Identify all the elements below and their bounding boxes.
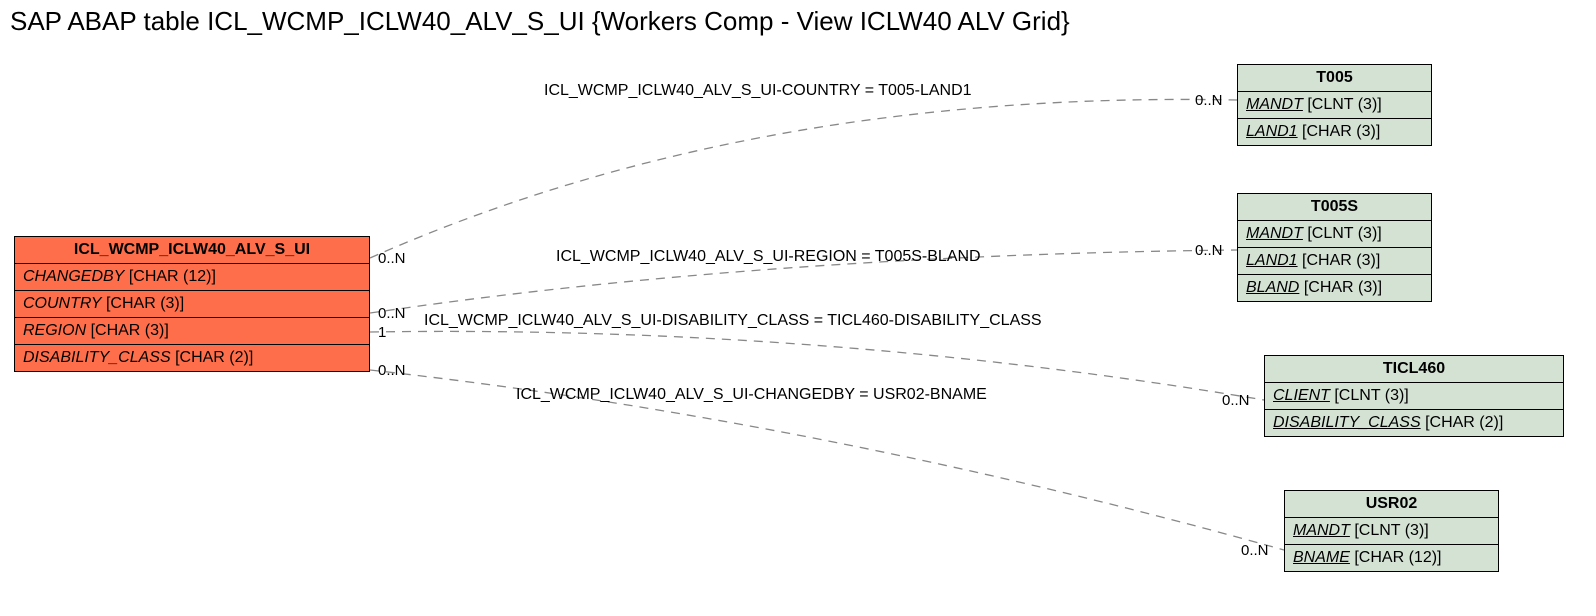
field-type: [CHAR (3)] (1302, 123, 1380, 140)
entity-ticl460: TICL460 CLIENT [CLNT (3)] DISABILITY_CLA… (1264, 355, 1564, 437)
entity-main-field: CHANGEDBY [CHAR (12)] (15, 264, 369, 291)
entity-t005: T005 MANDT [CLNT (3)] LAND1 [CHAR (3)] (1237, 64, 1432, 146)
field-name: LAND1 (1246, 252, 1298, 269)
entity-ticl460-field: CLIENT [CLNT (3)] (1265, 383, 1563, 410)
field-name: MANDT (1246, 225, 1303, 242)
field-type: [CHAR (3)] (1304, 279, 1382, 296)
entity-ticl460-header: TICL460 (1265, 356, 1563, 383)
entity-usr02-field: MANDT [CLNT (3)] (1285, 518, 1498, 545)
field-name: CLIENT (1273, 387, 1330, 404)
field-type: [CLNT (3)] (1307, 96, 1381, 113)
entity-t005s: T005S MANDT [CLNT (3)] LAND1 [CHAR (3)] … (1237, 193, 1432, 302)
field-name: MANDT (1293, 522, 1350, 539)
entity-t005s-field: MANDT [CLNT (3)] (1238, 221, 1431, 248)
entity-main-field: DISABILITY_CLASS [CHAR (2)] (15, 345, 369, 371)
relation-label-1: ICL_WCMP_ICLW40_ALV_S_UI-COUNTRY = T005-… (544, 82, 972, 100)
entity-main-header: ICL_WCMP_ICLW40_ALV_S_UI (15, 237, 369, 264)
field-name: BNAME (1293, 549, 1350, 566)
cardinality-right-3: 0..N (1222, 392, 1250, 409)
entity-main-field: REGION [CHAR (3)] (15, 318, 369, 345)
field-name: DISABILITY_CLASS (23, 349, 171, 366)
field-name: MANDT (1246, 96, 1303, 113)
field-name: REGION (23, 322, 86, 339)
entity-usr02-header: USR02 (1285, 491, 1498, 518)
relation-label-4: ICL_WCMP_ICLW40_ALV_S_UI-CHANGEDBY = USR… (516, 386, 987, 404)
entity-usr02-field: BNAME [CHAR (12)] (1285, 545, 1498, 571)
cardinality-left-4: 0..N (378, 362, 406, 379)
field-type: [CHAR (2)] (175, 349, 253, 366)
field-type: [CHAR (12)] (1354, 549, 1441, 566)
field-type: [CLNT (3)] (1307, 225, 1381, 242)
field-type: [CHAR (3)] (106, 295, 184, 312)
field-type: [CHAR (3)] (91, 322, 169, 339)
entity-ticl460-field: DISABILITY_CLASS [CHAR (2)] (1265, 410, 1563, 436)
page-title: SAP ABAP table ICL_WCMP_ICLW40_ALV_S_UI … (10, 6, 1070, 37)
relation-label-2: ICL_WCMP_ICLW40_ALV_S_UI-REGION = T005S-… (556, 248, 981, 266)
entity-t005s-field: LAND1 [CHAR (3)] (1238, 248, 1431, 275)
field-type: [CHAR (3)] (1302, 252, 1380, 269)
field-type: [CLNT (3)] (1334, 387, 1408, 404)
field-name: BLAND (1246, 279, 1299, 296)
field-type: [CHAR (2)] (1425, 414, 1503, 431)
cardinality-left-3: 1 (378, 324, 386, 341)
relation-label-3: ICL_WCMP_ICLW40_ALV_S_UI-DISABILITY_CLAS… (424, 312, 1042, 330)
cardinality-left-2: 0..N (378, 305, 406, 322)
cardinality-right-2: 0..N (1195, 242, 1223, 259)
entity-t005-field: LAND1 [CHAR (3)] (1238, 119, 1431, 145)
field-type: [CHAR (12)] (129, 268, 216, 285)
entity-t005s-header: T005S (1238, 194, 1431, 221)
entity-t005s-field: BLAND [CHAR (3)] (1238, 275, 1431, 301)
field-name: COUNTRY (23, 295, 102, 312)
entity-t005-field: MANDT [CLNT (3)] (1238, 92, 1431, 119)
field-name: DISABILITY_CLASS (1273, 414, 1421, 431)
entity-usr02: USR02 MANDT [CLNT (3)] BNAME [CHAR (12)] (1284, 490, 1499, 572)
field-name: CHANGEDBY (23, 268, 124, 285)
cardinality-right-1: 0..N (1195, 92, 1223, 109)
entity-main: ICL_WCMP_ICLW40_ALV_S_UI CHANGEDBY [CHAR… (14, 236, 370, 372)
cardinality-left-1: 0..N (378, 250, 406, 267)
cardinality-right-4: 0..N (1241, 542, 1269, 559)
field-type: [CLNT (3)] (1354, 522, 1428, 539)
field-name: LAND1 (1246, 123, 1298, 140)
entity-main-field: COUNTRY [CHAR (3)] (15, 291, 369, 318)
entity-t005-header: T005 (1238, 65, 1431, 92)
